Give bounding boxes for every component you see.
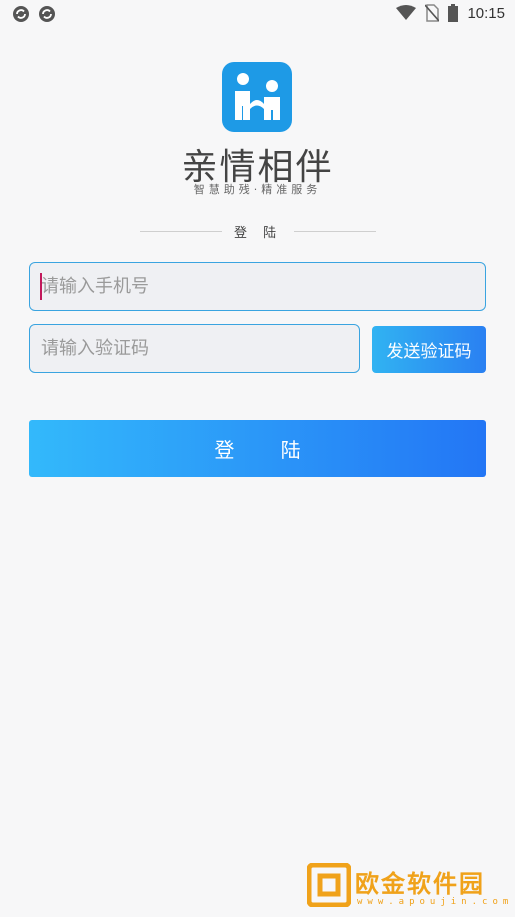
- divider-left: [140, 230, 222, 232]
- login-section-title: 登 陆: [140, 222, 377, 241]
- login-button[interactable]: 登 陆: [29, 420, 486, 477]
- battery-icon: [448, 4, 459, 22]
- sync-icon: [39, 6, 55, 22]
- status-left-icons: [12, 5, 56, 23]
- divider-right: [294, 230, 377, 232]
- watermark-url: www.apoujin.com: [357, 897, 514, 907]
- phone-input[interactable]: [29, 262, 486, 311]
- section-title-text: 登 陆: [233, 225, 283, 241]
- app-logo: [222, 62, 292, 132]
- app-slogan: 智慧助残·精准服务: [193, 183, 322, 196]
- family-logo-icon: [222, 62, 292, 132]
- status-bar: 10:15: [0, 0, 515, 30]
- watermark: 欧金软件园 www.apoujin.com: [305, 861, 508, 913]
- status-right-icons: 10:15: [396, 4, 505, 22]
- sync-icon: [13, 6, 29, 22]
- watermark-logo-icon: [307, 863, 351, 907]
- send-code-button[interactable]: 发送验证码: [372, 326, 486, 373]
- wifi-icon: [396, 5, 417, 20]
- no-sim-icon: [425, 4, 440, 22]
- verification-code-input[interactable]: [29, 324, 360, 373]
- text-cursor: [40, 273, 42, 300]
- watermark-text: 欧金软件园: [355, 870, 485, 898]
- status-time: 10:15: [467, 4, 505, 22]
